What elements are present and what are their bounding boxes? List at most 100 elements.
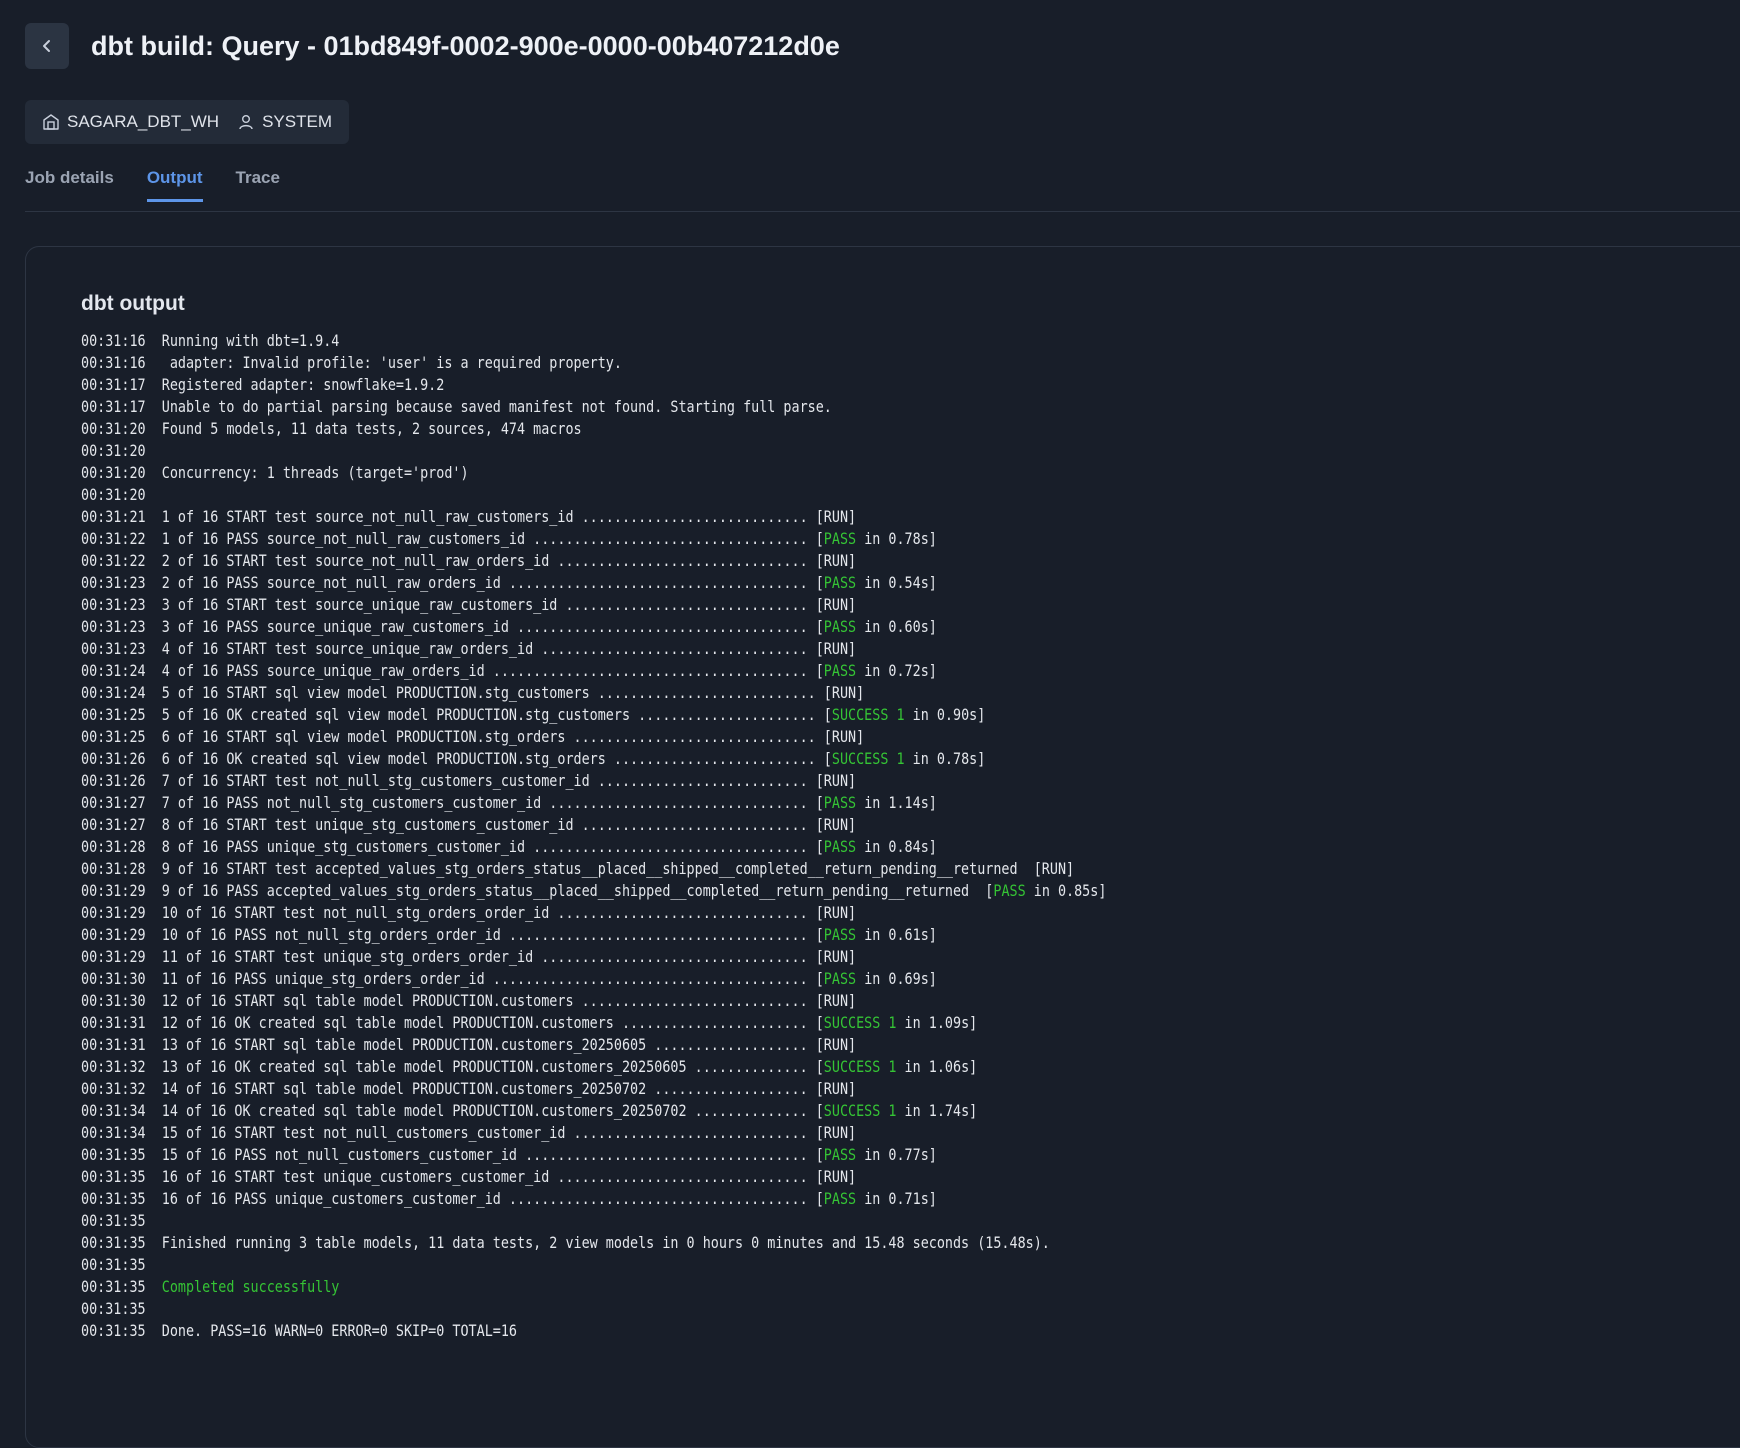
log-line: 00:31:23 4 of 16 START test source_uniqu… [81, 638, 1106, 660]
log-duration: in 0.71s] [856, 1190, 937, 1208]
warehouse-info: SAGARA_DBT_WH [42, 112, 219, 132]
log-duration: in 0.84s] [856, 838, 937, 856]
log-message: 11 of 16 START test unique_stg_orders_or… [161, 948, 857, 966]
log-line: 00:31:20 Found 5 models, 11 data tests, … [81, 418, 1106, 440]
log-message: 6 of 16 OK created sql view model PRODUC… [161, 750, 832, 768]
output-title: dbt output [81, 292, 185, 315]
log-timestamp: 00:31:26 [81, 772, 146, 790]
log-message: 13 of 16 START sql table model PRODUCTIO… [161, 1036, 857, 1054]
log-message: 6 of 16 START sql view model PRODUCTION.… [161, 728, 865, 746]
log-timestamp: 00:31:27 [81, 794, 146, 812]
log-line: 00:31:35 15 of 16 PASS not_null_customer… [81, 1144, 1106, 1166]
log-status: PASS [823, 838, 857, 856]
log-message: 16 of 16 PASS unique_customers_customer_… [161, 1190, 824, 1208]
log-timestamp: 00:31:30 [81, 970, 146, 988]
log-output: 00:31:16 Running with dbt=1.9.4 00:31:16 … [81, 330, 1106, 1342]
log-message: 3 of 16 PASS source_unique_raw_customers… [161, 618, 824, 636]
log-line: 00:31:34 15 of 16 START test not_null_cu… [81, 1122, 1106, 1144]
log-timestamp: 00:31:31 [81, 1036, 146, 1054]
log-duration: in 0.54s] [856, 574, 937, 592]
user-icon [239, 115, 253, 130]
log-timestamp: 00:31:23 [81, 640, 146, 658]
log-timestamp: 00:31:24 [81, 662, 146, 680]
log-timestamp: 00:31:35 [81, 1168, 146, 1186]
log-line: 00:31:31 12 of 16 OK created sql table m… [81, 1012, 1106, 1034]
log-line: 00:31:25 6 of 16 START sql view model PR… [81, 726, 1106, 748]
log-message: 16 of 16 START test unique_customers_cus… [161, 1168, 857, 1186]
log-message: 5 of 16 START sql view model PRODUCTION.… [161, 684, 865, 702]
log-line: 00:31:34 14 of 16 OK created sql table m… [81, 1100, 1106, 1122]
log-line: 00:31:23 3 of 16 PASS source_unique_raw_… [81, 616, 1106, 638]
log-status: PASS [823, 530, 857, 548]
log-message: 7 of 16 PASS not_null_stg_customers_cust… [161, 794, 824, 812]
log-line: 00:31:29 9 of 16 PASS accepted_values_st… [81, 880, 1106, 902]
log-timestamp: 00:31:27 [81, 816, 146, 834]
log-message: Done. PASS=16 WARN=0 ERROR=0 SKIP=0 TOTA… [161, 1322, 518, 1340]
tab-bar: Job details Output Trace [25, 168, 313, 202]
log-timestamp: 00:31:29 [81, 948, 146, 966]
log-line: 00:31:35 Done. PASS=16 WARN=0 ERROR=0 SK… [81, 1320, 1106, 1342]
log-timestamp: 00:31:23 [81, 574, 146, 592]
log-status: PASS [993, 882, 1026, 900]
log-line: 00:31:20 [81, 484, 1106, 506]
log-message: 12 of 16 OK created sql table model PROD… [161, 1014, 824, 1032]
log-timestamp: 00:31:24 [81, 684, 146, 702]
log-line: 00:31:24 4 of 16 PASS source_unique_raw_… [81, 660, 1106, 682]
log-message: 9 of 16 START test accepted_values_stg_o… [161, 860, 1075, 878]
log-duration: in 0.69s] [856, 970, 937, 988]
log-line: 00:31:35 Finished running 3 table models… [81, 1232, 1106, 1254]
log-timestamp: 00:31:16 [81, 332, 146, 350]
log-timestamp: 00:31:20 [81, 442, 146, 460]
log-line: 00:31:28 8 of 16 PASS unique_stg_custome… [81, 836, 1106, 858]
log-message: Finished running 3 table models, 11 data… [161, 1234, 1050, 1252]
log-duration: in 0.72s] [856, 662, 937, 680]
log-line: 00:31:16 Running with dbt=1.9.4 [81, 330, 1106, 352]
log-line: 00:31:27 8 of 16 START test unique_stg_c… [81, 814, 1106, 836]
tab-job-details[interactable]: Job details [25, 168, 114, 202]
tab-output[interactable]: Output [146, 168, 203, 202]
log-line: 00:31:32 13 of 16 OK created sql table m… [81, 1056, 1106, 1078]
log-message: Found 5 models, 11 data tests, 2 sources… [161, 420, 582, 438]
log-status: Completed successfully [161, 1278, 340, 1296]
log-status: SUCCESS 1 [823, 1014, 897, 1032]
log-status: PASS [823, 662, 857, 680]
back-button[interactable] [25, 23, 69, 69]
log-line: 00:31:35 16 of 16 PASS unique_customers_… [81, 1188, 1106, 1210]
log-duration: in 0.78s] [904, 750, 986, 768]
log-status: PASS [823, 794, 857, 812]
log-timestamp: 00:31:29 [81, 882, 146, 900]
log-line: 00:31:35 [81, 1210, 1106, 1232]
log-status: SUCCESS 1 [831, 706, 905, 724]
log-timestamp: 00:31:23 [81, 596, 146, 614]
tab-trace[interactable]: Trace [236, 168, 280, 202]
log-message: 11 of 16 PASS unique_stg_orders_order_id… [161, 970, 824, 988]
log-timestamp: 00:31:25 [81, 706, 146, 724]
log-line: 00:31:22 2 of 16 START test source_not_n… [81, 550, 1106, 572]
log-duration: in 1.09s] [896, 1014, 978, 1032]
warehouse-name: SAGARA_DBT_WH [67, 112, 220, 131]
log-timestamp: 00:31:22 [81, 530, 146, 548]
log-message: Registered adapter: snowflake=1.9.2 [161, 376, 445, 394]
log-message: 10 of 16 START test not_null_stg_orders_… [161, 904, 857, 922]
log-duration: in 1.14s] [856, 794, 937, 812]
user-name: SYSTEM [262, 112, 332, 131]
log-line: 00:31:35 16 of 16 START test unique_cust… [81, 1166, 1106, 1188]
log-message: Running with dbt=1.9.4 [161, 332, 340, 350]
log-timestamp: 00:31:29 [81, 926, 146, 944]
log-line: 00:31:35 [81, 1254, 1106, 1276]
log-timestamp: 00:31:31 [81, 1014, 146, 1032]
log-timestamp: 00:31:32 [81, 1080, 146, 1098]
log-timestamp: 00:31:20 [81, 420, 146, 438]
log-status: PASS [823, 926, 857, 944]
log-line: 00:31:29 10 of 16 START test not_null_st… [81, 902, 1106, 924]
log-timestamp: 00:31:17 [81, 376, 146, 394]
log-duration: in 0.90s] [904, 706, 986, 724]
log-line: 00:31:26 6 of 16 OK created sql view mod… [81, 748, 1106, 770]
log-timestamp: 00:31:29 [81, 904, 146, 922]
log-timestamp: 00:31:30 [81, 992, 146, 1010]
log-duration: in 1.06s] [896, 1058, 978, 1076]
log-status: PASS [823, 574, 857, 592]
log-message: 3 of 16 START test source_unique_raw_cus… [161, 596, 857, 614]
log-line: 00:31:17 Registered adapter: snowflake=1… [81, 374, 1106, 396]
output-panel: dbt output 00:31:16 Running with dbt=1.9… [25, 246, 1740, 1448]
